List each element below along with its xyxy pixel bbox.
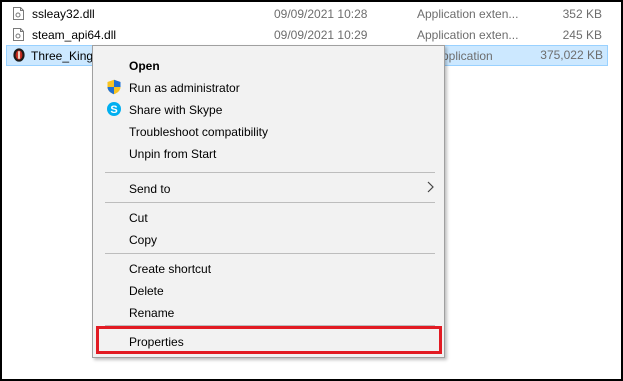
menu-label: Rename <box>129 306 175 320</box>
file-date: 09/09/2021 10:28 <box>274 7 368 21</box>
dll-file-icon <box>13 7 24 20</box>
svg-text:S: S <box>110 104 117 116</box>
menu-share-with-skype[interactable]: S Share with Skype <box>94 98 443 120</box>
menu-label: Troubleshoot compatibility <box>129 125 268 139</box>
menu-send-to[interactable]: Send to <box>94 177 443 199</box>
file-name: ssleay32.dll <box>32 7 95 21</box>
menu-separator <box>105 172 435 173</box>
menu-label: Share with Skype <box>129 103 223 117</box>
app-exe-icon <box>13 48 25 62</box>
dll-file-icon <box>13 28 24 41</box>
menu-label: Unpin from Start <box>129 147 217 161</box>
file-type: Application exten... <box>417 7 519 21</box>
menu-label: Delete <box>129 284 164 298</box>
file-date: 09/09/2021 10:29 <box>274 28 368 42</box>
menu-troubleshoot-compatibility[interactable]: Troubleshoot compatibility <box>94 120 443 142</box>
uac-shield-icon <box>107 79 121 95</box>
menu-separator <box>105 202 435 203</box>
file-type: Application exten... <box>417 28 519 42</box>
context-menu: Open Run as administrator S Share with S… <box>92 45 445 358</box>
file-row-steam-api64[interactable]: steam_api64.dll 09/09/2021 10:29 Applica… <box>6 25 608 46</box>
menu-delete[interactable]: Delete <box>94 279 443 301</box>
menu-copy[interactable]: Copy <box>94 228 443 250</box>
file-size: 245 KB <box>562 28 602 42</box>
file-name: Three_Kingd <box>31 49 100 63</box>
menu-rename[interactable]: Rename <box>94 301 443 323</box>
menu-label: Send to <box>129 182 171 196</box>
menu-label: Copy <box>129 233 158 247</box>
properties-highlight-box <box>96 326 442 354</box>
file-type: pplication <box>442 49 493 63</box>
explorer-window: ssleay32.dll 09/09/2021 10:28 Applicatio… <box>0 0 623 381</box>
file-row-ssleay32[interactable]: ssleay32.dll 09/09/2021 10:28 Applicatio… <box>6 4 608 25</box>
menu-cut[interactable]: Cut <box>94 206 443 228</box>
menu-run-as-administrator[interactable]: Run as administrator <box>94 76 443 98</box>
skype-icon: S <box>107 102 121 116</box>
menu-unpin-from-start[interactable]: Unpin from Start <box>94 142 443 164</box>
menu-separator <box>105 253 435 254</box>
menu-label: Create shortcut <box>129 262 212 276</box>
file-size: 375,022 KB <box>540 48 603 62</box>
menu-create-shortcut[interactable]: Create shortcut <box>94 257 443 279</box>
menu-open[interactable]: Open <box>94 54 443 76</box>
file-name: steam_api64.dll <box>32 28 117 42</box>
menu-label: Cut <box>129 211 148 225</box>
menu-label: Open <box>129 59 160 73</box>
file-size: 352 KB <box>562 7 602 21</box>
menu-label: Run as administrator <box>129 81 240 95</box>
chevron-right-icon <box>427 181 434 193</box>
